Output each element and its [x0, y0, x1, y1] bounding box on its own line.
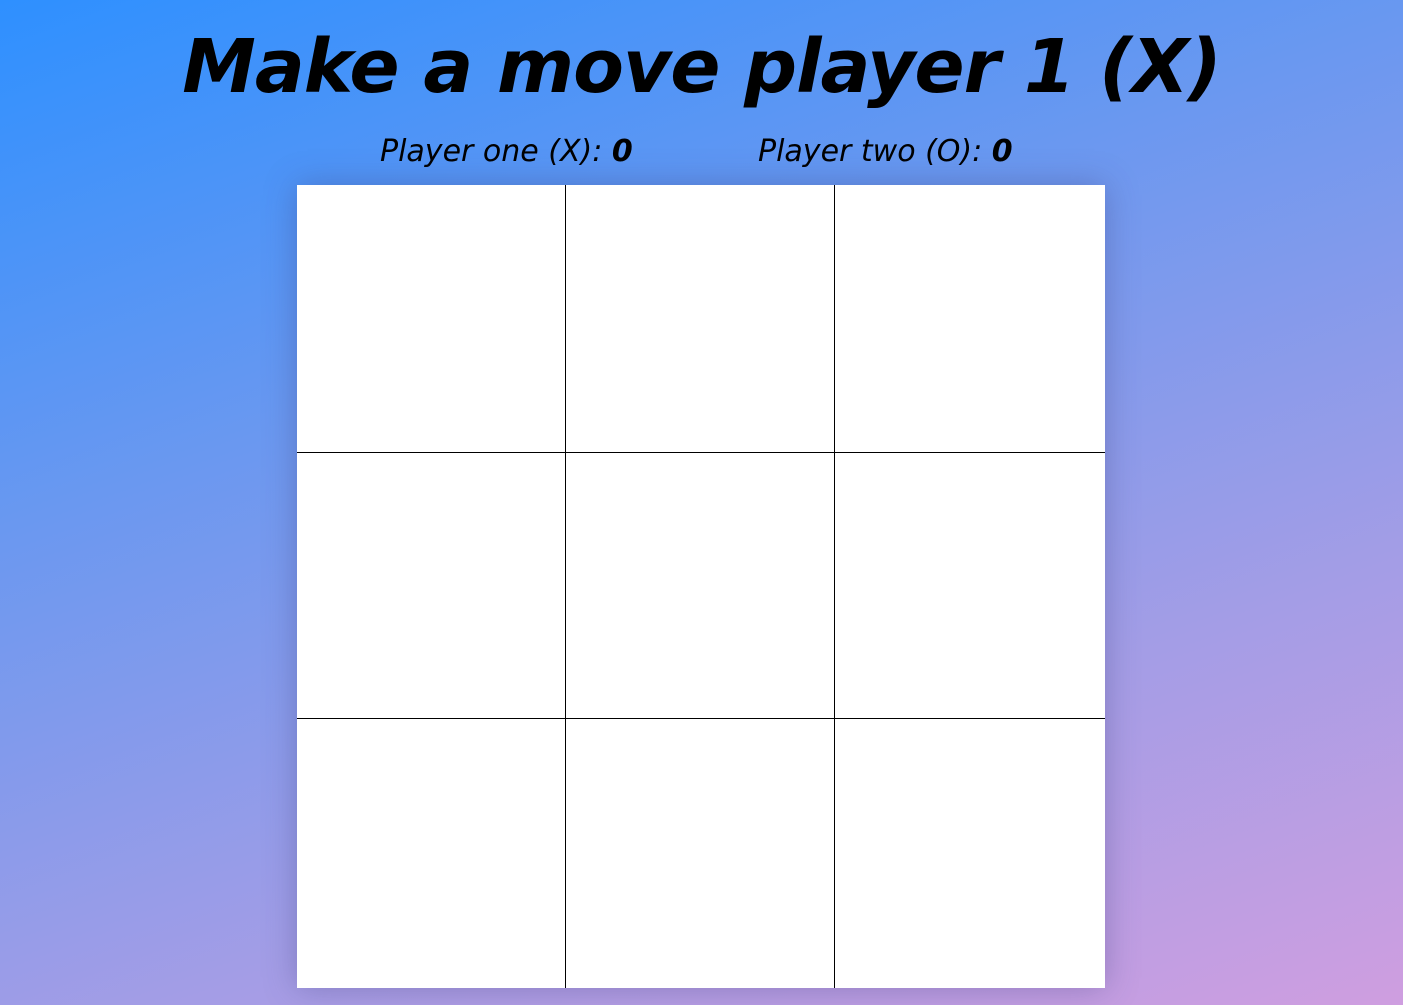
board-cell-1[interactable] [297, 185, 566, 453]
player-one-score: Player one (X): 0 [380, 132, 633, 172]
player-two-label: Player two (O): [758, 134, 992, 169]
game-board [297, 185, 1105, 988]
board-cell-9[interactable] [835, 719, 1105, 988]
board-cell-2[interactable] [566, 185, 835, 453]
board-cell-5[interactable] [566, 453, 835, 719]
player-one-label: Player one (X): [380, 134, 612, 169]
board-cell-4[interactable] [297, 453, 566, 719]
player-one-score-value: 0 [611, 134, 633, 169]
board-cell-8[interactable] [566, 719, 835, 988]
game-status-heading: Make a move player 1 (X) [182, 24, 1222, 110]
player-two-score-value: 0 [991, 134, 1013, 169]
player-two-score: Player two (O): 0 [758, 132, 1013, 172]
board-cell-6[interactable] [835, 453, 1105, 719]
board-cell-3[interactable] [835, 185, 1105, 453]
board-cell-7[interactable] [297, 719, 566, 988]
